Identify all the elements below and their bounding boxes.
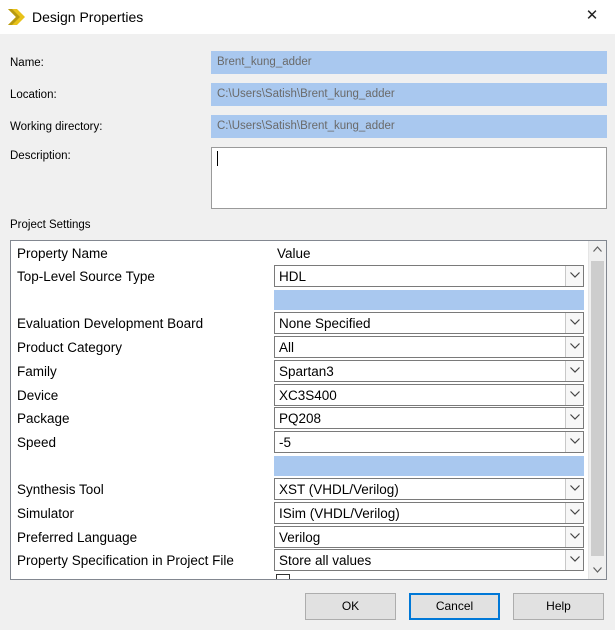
working-directory-field[interactable]: C:\Users\Satish\Brent_kung_adder [211, 115, 607, 138]
property-value-empty [274, 455, 584, 476]
property-value-dropdown[interactable]: ISim (VHDL/Verilog) [274, 502, 584, 524]
close-icon: ✕ [585, 7, 599, 24]
grid-row[interactable]: Preferred Language Verilog [11, 525, 586, 549]
property-value-dropdown[interactable]: Verilog [274, 525, 584, 548]
grid-row[interactable]: Evaluation Development Board None Specifi… [11, 311, 586, 335]
property-value: All [279, 340, 295, 356]
description-label: Description: [10, 150, 71, 162]
chevron-down-icon[interactable] [565, 408, 583, 429]
scroll-up-button[interactable] [589, 241, 606, 258]
xilinx-logo-icon [8, 9, 28, 28]
property-value-empty [274, 289, 584, 310]
close-button[interactable]: ✕ [569, 0, 615, 34]
title-bar: Design Properties ✕ [0, 0, 615, 34]
chevron-down-icon[interactable] [565, 526, 583, 547]
grid-row[interactable]: Top-Level Source Type HDL [11, 264, 586, 288]
property-value-dropdown[interactable]: XC3S400 [274, 383, 584, 406]
property-name: Speed [17, 434, 57, 450]
working-directory-label: Working directory: [10, 121, 103, 133]
grid-header: Property Name Value [11, 241, 586, 263]
text-cursor [217, 151, 218, 166]
property-name: Device [17, 387, 59, 403]
grid-row[interactable]: Simulator ISim (VHDL/Verilog) [11, 501, 586, 525]
property-name: Family [17, 363, 57, 379]
chevron-down-icon[interactable] [565, 360, 583, 381]
grid-row[interactable]: Synthesis Tool XST (VHDL/Verilog) [11, 477, 586, 501]
description-textarea[interactable] [211, 147, 607, 209]
property-value: None Specified [279, 316, 371, 332]
property-value-dropdown[interactable]: All [274, 336, 584, 359]
property-value-dropdown[interactable]: XST (VHDL/Verilog) [274, 478, 584, 501]
chevron-down-icon[interactable] [565, 313, 583, 334]
property-value-dropdown[interactable]: HDL [274, 265, 584, 287]
ok-button[interactable]: OK [305, 593, 396, 620]
help-button[interactable]: Help [513, 593, 604, 620]
property-name-header: Property Name [17, 246, 108, 261]
chevron-down-icon[interactable] [565, 266, 583, 286]
grid-row[interactable]: Property Specification in Project File St… [11, 548, 586, 572]
window-title: Design Properties [32, 9, 144, 25]
scroll-down-button[interactable] [589, 562, 606, 579]
location-label: Location: [10, 89, 57, 101]
grid-row[interactable] [11, 454, 586, 478]
property-value: Spartan3 [279, 363, 334, 379]
property-value: HDL [279, 269, 307, 284]
name-field[interactable]: Brent_kung_adder [211, 51, 607, 74]
scroll-thumb[interactable] [591, 261, 604, 556]
property-name: Product Category [17, 340, 123, 356]
chevron-down-icon[interactable] [565, 503, 583, 523]
chevron-down-icon[interactable] [565, 337, 583, 358]
property-name: Synthesis Tool [17, 482, 104, 498]
chevron-up-icon [593, 246, 602, 252]
chevron-down-icon[interactable] [565, 431, 583, 452]
property-value: Store all values [279, 553, 372, 569]
property-name: Evaluation Development Board [17, 316, 204, 332]
grid-row[interactable]: Family Spartan3 [11, 359, 586, 383]
grid-row[interactable] [11, 288, 586, 312]
property-value-dropdown[interactable]: -5 [274, 430, 584, 453]
property-name: Simulator [17, 506, 75, 521]
property-checkbox[interactable] [276, 574, 290, 579]
property-value-dropdown[interactable]: None Specified [274, 312, 584, 335]
project-settings-label: Project Settings [10, 219, 91, 231]
chevron-down-icon[interactable] [565, 384, 583, 405]
chevron-down-icon[interactable] [565, 550, 583, 571]
grid-row[interactable]: Speed -5 [11, 430, 586, 454]
property-value-dropdown[interactable]: Spartan3 [274, 359, 584, 382]
project-settings-grid[interactable]: Property Name Value Top-Level Source Typ… [10, 240, 607, 580]
chevron-down-icon [593, 567, 602, 573]
property-value: ISim (VHDL/Verilog) [279, 506, 400, 521]
property-value-dropdown[interactable]: Store all values [274, 549, 584, 572]
chevron-down-icon[interactable] [565, 479, 583, 500]
value-header: Value [277, 246, 311, 261]
property-value: PQ208 [279, 411, 322, 427]
property-value: XC3S400 [279, 387, 337, 403]
name-label: Name: [10, 57, 44, 69]
property-name: Preferred Language [17, 529, 138, 545]
property-value: XST (VHDL/Verilog) [279, 482, 399, 498]
grid-row[interactable]: Package PQ208 [11, 406, 586, 430]
property-name: Top-Level Source Type [17, 269, 155, 284]
property-value-dropdown[interactable]: PQ208 [274, 407, 584, 430]
grid-row[interactable]: Manual Compile Order [11, 572, 586, 579]
property-value: -5 [279, 434, 292, 450]
property-name: Package [17, 411, 70, 427]
location-field[interactable]: C:\Users\Satish\Brent_kung_adder [211, 83, 607, 106]
grid-row[interactable]: Device XC3S400 [11, 383, 586, 407]
grid-row[interactable]: Product Category All [11, 335, 586, 359]
property-name: Manual Compile Order [17, 577, 153, 579]
property-name: Property Specification in Project File [17, 553, 234, 569]
cancel-button[interactable]: Cancel [409, 593, 500, 620]
vertical-scrollbar[interactable] [588, 241, 606, 579]
property-value: Verilog [279, 529, 321, 545]
